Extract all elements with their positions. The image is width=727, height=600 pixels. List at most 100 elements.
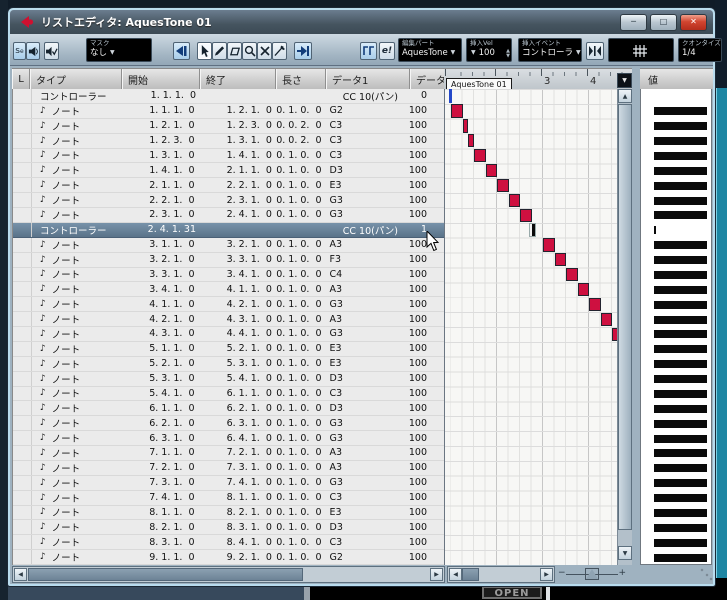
event-row[interactable]: ♪ ノート 7. 2. 1. 0 7. 3. 1. 0 0. 1. 0. 0 A3 100 [13,460,444,476]
timeline-ruler[interactable]: 3 4 AquesTone 01 [444,68,632,89]
zoom-slider-handle[interactable] [586,569,598,579]
value-bar[interactable] [654,196,707,205]
scroll-up-button[interactable]: ▲ [618,89,632,103]
selected-controller-marker[interactable] [529,223,537,238]
value-bar[interactable] [654,508,707,517]
zoom-out-icon[interactable]: − [558,568,566,578]
note-event-block[interactable] [468,134,475,148]
list-horizontal-scrollbar[interactable]: ◀ ▶ [12,566,445,583]
column-header-data2[interactable]: データ [410,69,444,89]
value-bar-panel[interactable] [640,89,712,565]
note-event-block[interactable] [543,238,555,252]
value-bar[interactable] [654,404,707,413]
value-bar[interactable] [654,181,707,190]
value-bar[interactable] [654,389,707,398]
note-event-block[interactable] [462,119,469,133]
edit-vst-button[interactable]: e! [379,42,395,60]
quantize-combo[interactable]: クオンタイズ 1/4 [678,38,722,62]
grid-horizontal-scrollbar[interactable]: ◀ ▶ [447,566,555,583]
tool-erase[interactable] [227,42,242,60]
scroll-left-button[interactable]: ◀ [14,568,27,581]
value-bar[interactable] [654,464,707,473]
event-row[interactable]: ♪ ノート 4. 3. 1. 0 4. 4. 1. 0 0. 1. 0. 0 G3 100 [13,327,444,342]
independent-loop-button[interactable] [294,42,312,60]
event-row[interactable]: ♪ ノート 8. 1. 1. 0 8. 2. 1. 0 0. 1. 0. 0 E3 100 [13,505,444,521]
column-header-end[interactable]: 終了 [200,69,276,89]
close-button[interactable]: ✕ [680,13,707,31]
value-bar[interactable] [654,226,656,235]
zoom-slider[interactable]: − + [558,568,626,581]
vertical-scroll-thumb[interactable] [618,104,632,530]
value-bar[interactable] [654,538,707,547]
note-event-block[interactable] [554,253,566,267]
event-row[interactable]: ♪ ノート 6. 3. 1. 0 6. 4. 1. 0 0. 1. 0. 0 G3 100 [13,431,444,446]
value-bar[interactable] [654,449,707,458]
grid-scroll-thumb[interactable] [462,568,479,581]
feedback-toggle-button[interactable] [44,42,59,60]
event-row[interactable]: コントローラー 2. 4. 1. 31 CC 10(パン) 1 [13,222,444,238]
value-bar[interactable] [654,553,707,562]
note-event-block[interactable] [600,312,612,326]
event-row[interactable]: ♪ ノート 3. 4. 1. 0 4. 1. 1. 0 0. 1. 0. 0 A3 100 [13,282,444,298]
value-bar[interactable] [654,300,707,309]
note-event-block[interactable] [566,268,578,282]
mask-combo[interactable]: マスク なし ▼ [86,38,152,62]
grid-vertical-scrollbar[interactable]: ▲ ▼ [617,89,632,565]
note-event-block[interactable] [577,282,589,297]
note-event-block[interactable] [474,149,486,163]
scroll-right-button[interactable]: ▶ [540,568,553,581]
value-bar[interactable] [654,122,707,131]
value-bar[interactable] [654,523,707,532]
list-scroll-thumb[interactable] [28,568,303,581]
value-bar[interactable] [654,434,707,443]
window-resize-grip[interactable] [699,567,713,582]
snap-button[interactable] [586,42,604,60]
event-row[interactable]: ♪ ノート 3. 3. 1. 0 3. 4. 1. 0 0. 1. 0. 0 C4 100 [13,267,444,283]
event-row[interactable]: ♪ ノート 1. 4. 1. 0 2. 1. 1. 0 0. 1. 0. 0 D3 100 [13,163,444,179]
tool-object-selection[interactable] [197,42,212,60]
event-row[interactable]: ♪ ノート 2. 2. 1. 0 2. 3. 1. 0 0. 1. 0. 0 G3 100 [13,193,444,208]
event-row[interactable]: ♪ ノート 9. 1. 1. 0 9. 2. 1. 0 0. 1. 0. 0 G2 100 [13,550,444,565]
scroll-left-button[interactable]: ◀ [449,568,462,581]
column-header-type[interactable]: タイプ [30,69,122,89]
tool-mute[interactable] [257,42,272,60]
value-bar[interactable] [654,166,707,175]
note-event-block[interactable] [589,297,601,312]
value-bar[interactable] [654,270,707,279]
plugin-open-button[interactable]: OPEN [482,586,542,599]
event-row[interactable]: ♪ ノート 8. 2. 1. 0 8. 3. 1. 0 0. 1. 0. 0 D3 100 [13,520,444,536]
event-row[interactable]: ♪ ノート 1. 2. 1. 0 1. 2. 3. 0 0. 0. 2. 0 C3 100 [13,118,444,134]
note-event-block[interactable] [451,104,463,118]
spinner-arrows[interactable]: ▲ ▼ [506,49,510,59]
event-row[interactable]: ♪ ノート 4. 2. 1. 0 4. 3. 1. 0 0. 1. 0. 0 A3 100 [13,312,444,327]
event-row[interactable]: ♪ ノート 6. 2. 1. 0 6. 3. 1. 0 0. 1. 0. 0 G3 100 [13,416,444,432]
value-bar[interactable] [654,315,707,324]
solo-button[interactable]: se [13,42,26,60]
value-bar[interactable] [654,330,707,339]
note-event-block[interactable] [497,178,509,193]
acoustic-feedback-button[interactable] [26,42,40,60]
insert-velocity-combo[interactable]: 挿入Vel ▼ 100 ▲ ▼ [466,38,512,62]
event-row[interactable]: ♪ ノート 1. 2. 3. 0 1. 3. 1. 0 0. 0. 2. 0 C3 100 [13,133,444,149]
part-tab[interactable]: AquesTone 01 [446,78,512,89]
note-event-block[interactable] [508,193,520,207]
value-bar[interactable] [654,375,707,384]
column-header-length[interactable]: 長さ [276,69,326,89]
edit-part-combo[interactable]: 編集パート AquesTone ▼ [398,38,462,62]
tool-zoom[interactable] [242,42,257,60]
value-bar[interactable] [654,285,707,294]
event-list[interactable]: コントローラー 1. 1. 1. 0 CC 10(パン) 0 ♪ ノート 1. 1. 1. … [12,89,444,565]
tool-draw[interactable] [212,42,227,60]
event-row[interactable]: ♪ ノート 5. 2. 1. 0 5. 3. 1. 0 0. 1. 0. 0 E3 100 [13,356,444,372]
zoom-in-icon[interactable]: + [618,568,626,578]
event-row[interactable]: ♪ ノート 7. 4. 1. 0 8. 1. 1. 0 0. 1. 0. 0 C3 100 [13,490,444,506]
value-bar[interactable] [654,494,707,503]
insert-event-combo[interactable]: 挿入イベント コントローラ ▼ [518,38,582,62]
event-row[interactable]: ♪ ノート 3. 1. 1. 0 3. 2. 1. 0 0. 1. 0. 0 A3 100 [13,237,444,253]
part-list-dropdown[interactable]: ▼ [617,73,632,88]
scroll-down-button[interactable]: ▼ [618,546,632,560]
tool-trim[interactable] [272,42,287,60]
event-row[interactable]: ♪ ノート 5. 3. 1. 0 5. 4. 1. 0 0. 1. 0. 0 D3 100 [13,371,444,387]
event-row[interactable]: ♪ ノート 7. 3. 1. 0 7. 4. 1. 0 0. 1. 0. 0 G3 100 [13,475,444,491]
value-bar[interactable] [654,360,707,369]
